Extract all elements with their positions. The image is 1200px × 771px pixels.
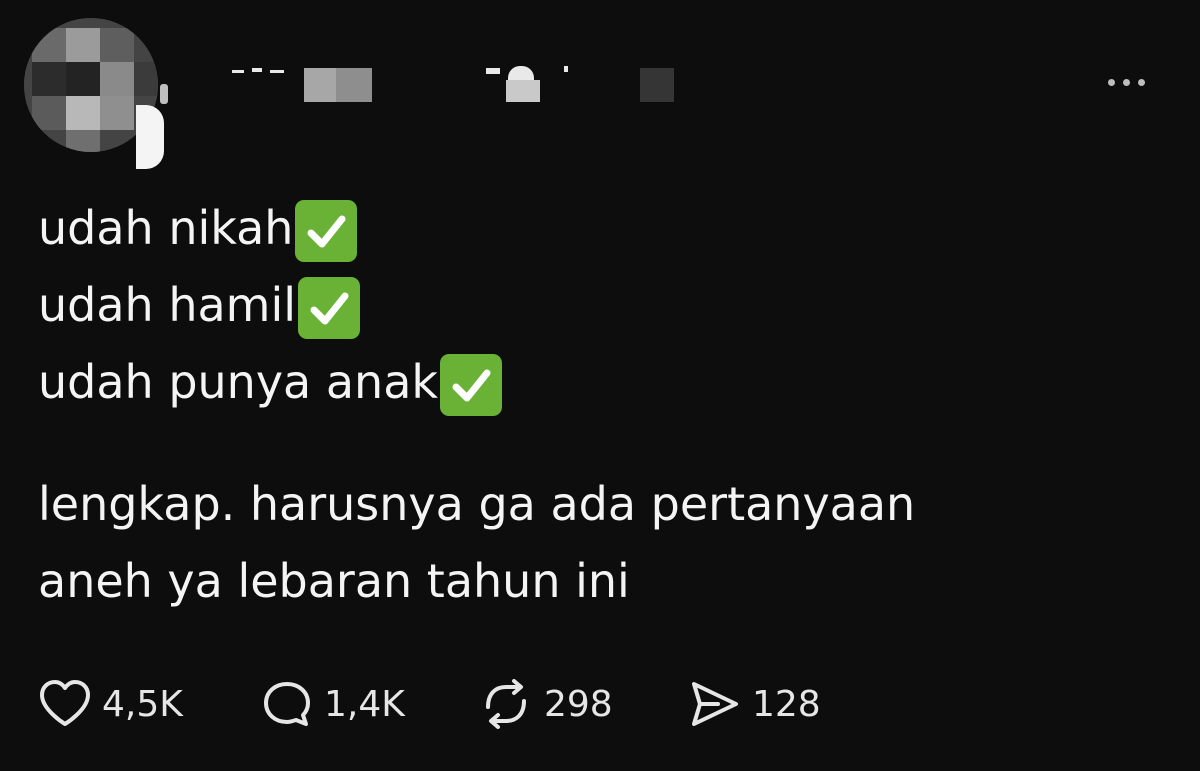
- post-line: udah nikah: [38, 190, 1148, 267]
- post-line: udah hamil: [38, 267, 1148, 344]
- post-line: udah punya anak: [38, 344, 1148, 421]
- more-dot-icon: [1137, 78, 1145, 86]
- post-line-text: udah punya anak: [38, 355, 439, 409]
- comment-bubble-icon: [264, 682, 310, 726]
- thread-post: udah nikah udah hamil udah punya anak le…: [0, 0, 1200, 771]
- share-count: 128: [752, 683, 821, 725]
- post-paragraph-line: lengkap. harusnya ga ada pertanyaan: [38, 466, 1148, 543]
- repost-icon: [486, 679, 526, 729]
- more-options-button[interactable]: [1104, 62, 1148, 102]
- send-icon: [692, 682, 738, 726]
- reply-button[interactable]: 1,4K: [260, 679, 478, 729]
- more-dot-icon: [1122, 78, 1130, 86]
- avatar-badge-dot: [160, 84, 168, 104]
- post-line-text: udah nikah: [38, 201, 294, 255]
- repost-count: 298: [544, 683, 613, 725]
- check-mark-icon: [298, 276, 361, 339]
- heart-icon: [40, 680, 90, 726]
- post-line-text: udah hamil: [38, 278, 297, 332]
- check-mark-icon: [440, 353, 503, 416]
- reply-count: 1,4K: [324, 683, 405, 725]
- post-paragraph-text: aneh ya lebaran tahun ini: [38, 554, 630, 608]
- more-dot-icon: [1107, 78, 1115, 86]
- share-button[interactable]: 128: [688, 679, 868, 729]
- like-button[interactable]: 4,5K: [38, 679, 260, 729]
- check-mark-icon: [295, 199, 358, 262]
- action-bar: 4,5K 1,4K 298 128: [38, 676, 868, 732]
- like-count: 4,5K: [102, 683, 183, 725]
- post-paragraph-line: aneh ya lebaran tahun ini: [38, 543, 1148, 620]
- repost-button[interactable]: 298: [478, 679, 688, 729]
- post-body: udah nikah udah hamil udah punya anak le…: [38, 190, 1148, 620]
- avatar-follow-badge[interactable]: [136, 105, 164, 169]
- post-paragraph-text: lengkap. harusnya ga ada pertanyaan: [38, 477, 916, 531]
